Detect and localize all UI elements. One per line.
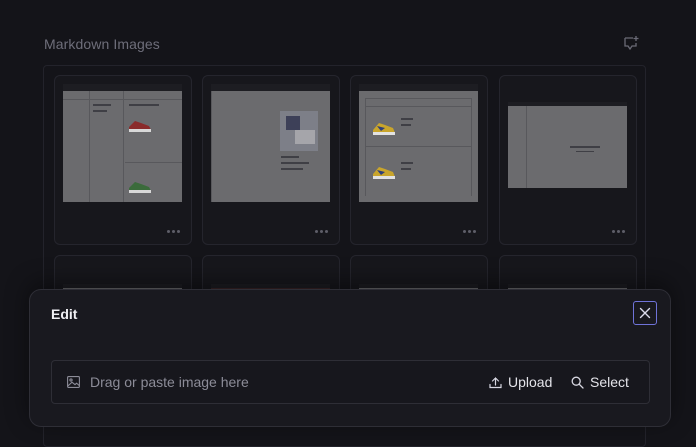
close-icon	[639, 307, 651, 319]
add-comment-icon[interactable]	[622, 35, 640, 51]
select-button[interactable]: Select	[571, 373, 629, 391]
close-button[interactable]	[633, 301, 657, 325]
image-thumbnail[interactable]	[211, 84, 330, 202]
image-icon	[67, 376, 80, 388]
image-card[interactable]	[54, 75, 192, 245]
image-card[interactable]	[499, 75, 637, 245]
more-options-icon[interactable]	[463, 230, 477, 234]
more-options-icon[interactable]	[315, 230, 329, 234]
image-card[interactable]	[202, 75, 340, 245]
more-options-icon[interactable]	[612, 230, 626, 234]
image-thumbnail[interactable]	[359, 84, 478, 202]
image-card[interactable]	[350, 75, 488, 245]
dropzone-placeholder: Drag or paste image here	[90, 374, 249, 390]
upload-icon	[489, 376, 502, 388]
image-dropzone[interactable]: Drag or paste image here Upload Select	[51, 360, 650, 404]
section-title: Markdown Images	[44, 36, 160, 52]
upload-button[interactable]: Upload	[489, 373, 552, 391]
upload-label: Upload	[508, 374, 553, 390]
select-label: Select	[590, 374, 629, 390]
edit-modal: Edit Drag or paste image here Upload Sel…	[29, 289, 671, 427]
more-options-icon[interactable]	[167, 230, 181, 234]
search-icon	[571, 376, 584, 389]
image-thumbnail[interactable]	[508, 102, 627, 188]
image-thumbnail[interactable]	[63, 84, 182, 202]
modal-title: Edit	[51, 306, 78, 322]
